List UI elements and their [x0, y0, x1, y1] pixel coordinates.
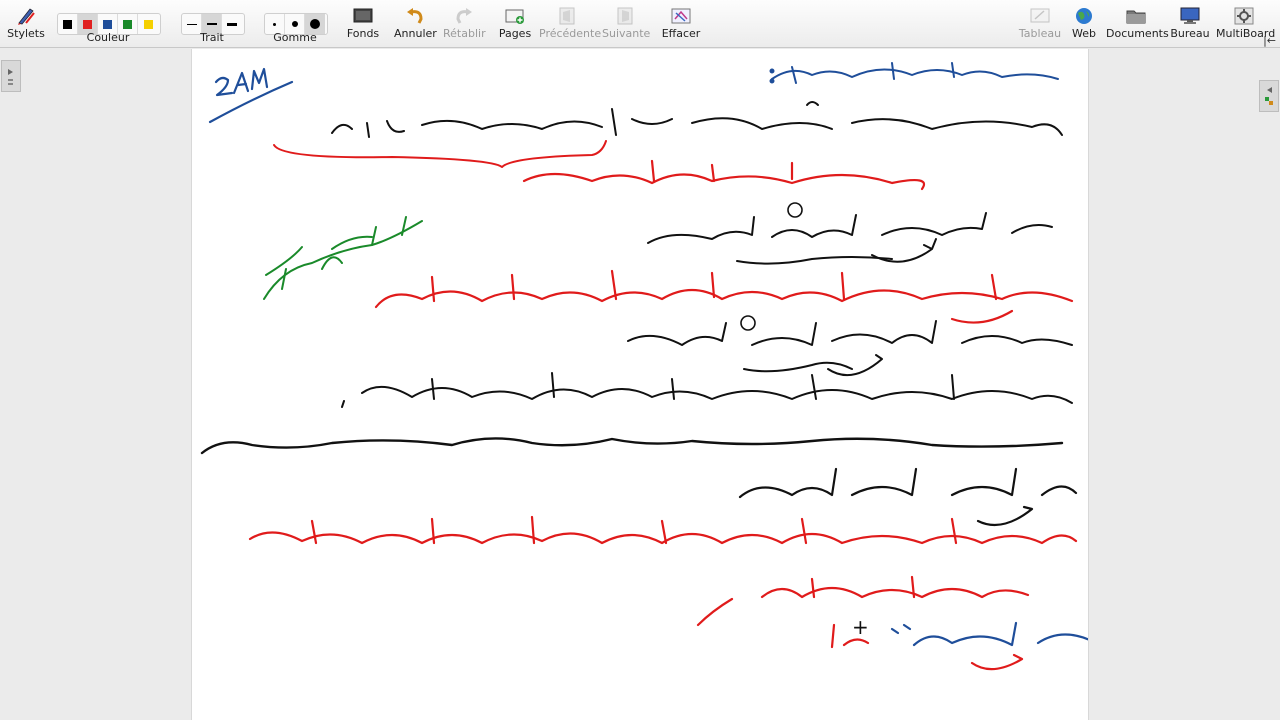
fonds-button[interactable]: Fonds [342, 3, 384, 40]
retablir-button[interactable]: Rétablir [443, 3, 486, 40]
background-icon [353, 7, 373, 25]
redo-icon [454, 7, 474, 25]
tableau-button[interactable]: Tableau [1018, 3, 1062, 40]
ink-line-7 [248, 515, 1078, 545]
globe-icon [1074, 7, 1094, 25]
ink-title [769, 62, 1059, 84]
pages-button[interactable]: Pages [495, 3, 535, 40]
ink-line-2 [647, 202, 1053, 265]
add-page-icon [505, 7, 525, 25]
undo-icon [405, 7, 425, 25]
board-icon [1030, 7, 1050, 25]
collapse-arrow-icon [1265, 87, 1273, 105]
left-panel-toggle[interactable] [1, 60, 21, 92]
color-label: Couleur [86, 31, 130, 44]
crosshair-cursor-icon: + [852, 615, 869, 639]
suivante-button[interactable]: Suivante [602, 3, 650, 40]
folder-icon [1126, 7, 1146, 25]
ink-line-6 [738, 467, 1078, 527]
ink-heading-signs [522, 159, 925, 191]
web-button[interactable]: Web [1068, 3, 1100, 40]
expand-arrow-icon [8, 69, 13, 85]
ink-line-4 [627, 315, 1073, 376]
clear-icon [671, 7, 691, 25]
handwritten-ink-layer [200, 62, 1088, 671]
settings-icon [1234, 7, 1254, 25]
ink-annotation [263, 216, 423, 300]
stroke-label: Trait [200, 31, 224, 44]
next-page-icon [615, 7, 635, 25]
effacer-button[interactable]: Effacer [660, 3, 702, 40]
precedente-button[interactable]: Précédente [539, 3, 601, 40]
eraser-label: Gomme [273, 31, 317, 44]
stylets-button[interactable]: Stylets [6, 3, 46, 40]
annuler-button[interactable]: Annuler [394, 3, 437, 40]
pen-icon [16, 7, 36, 25]
ink-line-3 [374, 269, 1074, 324]
previous-page-icon [557, 7, 577, 25]
resize-handle[interactable]: |← [1263, 34, 1276, 47]
right-panel-toggle[interactable] [1259, 80, 1279, 112]
ink-line-1 [331, 101, 1063, 138]
ink-line-5 [341, 372, 1073, 408]
toolbar: Stylets Couleur Trait Gomme Fonds Annule… [0, 0, 1280, 48]
bureau-button[interactable]: Bureau [1170, 3, 1210, 40]
ink-line-9 [890, 621, 1088, 647]
ink-class-label [208, 67, 294, 124]
ink-divider [200, 437, 1064, 455]
desktop-icon [1180, 7, 1200, 25]
documents-button[interactable]: Documents [1106, 3, 1169, 40]
whiteboard-canvas[interactable] [191, 49, 1089, 720]
ink-underline [273, 140, 607, 168]
